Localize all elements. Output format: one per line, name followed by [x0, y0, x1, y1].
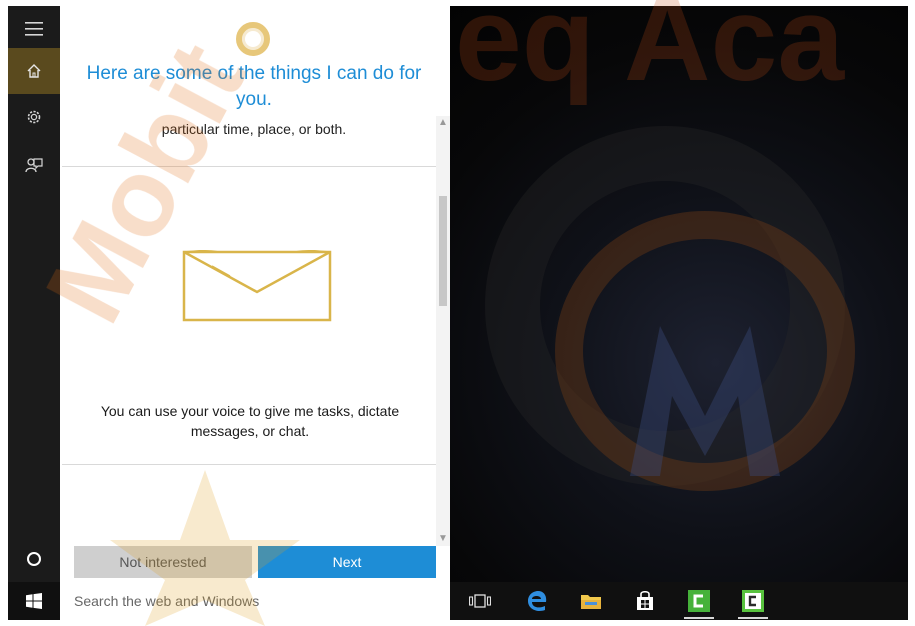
camtasia-icon	[688, 590, 710, 612]
feedback-button[interactable]	[8, 142, 60, 188]
store-icon	[637, 591, 653, 610]
camtasia-recorder-icon	[742, 590, 764, 612]
cortana-subline: particular time, place, or both.	[161, 121, 347, 137]
task-view-icon	[469, 594, 491, 608]
cortana-panel: Here are some of the things I can do for…	[60, 6, 450, 582]
envelope-icon	[182, 250, 332, 322]
start-button[interactable]	[8, 582, 60, 620]
notebook-settings-button[interactable]	[8, 94, 60, 140]
edge-browser-icon	[528, 591, 547, 611]
task-view-button[interactable]	[463, 586, 497, 616]
hamburger-menu-icon	[25, 22, 43, 36]
camtasia-button[interactable]	[682, 586, 716, 619]
cortana-nav-rail	[8, 6, 60, 582]
divider	[62, 464, 436, 465]
cortana-circle-icon	[27, 552, 41, 566]
next-button[interactable]: Next	[258, 546, 436, 578]
file-explorer-button[interactable]	[574, 586, 608, 616]
hamburger-menu-button[interactable]	[8, 6, 60, 52]
home-icon	[27, 64, 41, 78]
cortana-scrollbar[interactable]: ▲ ▼	[436, 116, 450, 546]
search-input[interactable]	[74, 593, 414, 609]
scroll-thumb[interactable]	[439, 196, 447, 306]
file-explorer-icon	[581, 595, 601, 609]
screen: Here are some of the things I can do for…	[8, 6, 908, 620]
gear-icon	[27, 110, 41, 124]
store-button[interactable]	[628, 586, 662, 616]
divider	[62, 166, 436, 167]
scroll-down-icon[interactable]: ▼	[436, 532, 450, 546]
cortana-headline: Here are some of the things I can do for…	[86, 63, 422, 110]
desktop-background	[450, 6, 908, 582]
wallpaper-m-logo	[630, 326, 780, 476]
taskbar	[8, 582, 908, 620]
not-interested-button[interactable]: Not interested	[74, 546, 252, 578]
edge-browser-button[interactable]	[520, 586, 554, 616]
feedback-icon	[25, 158, 43, 173]
windows-logo-icon	[26, 593, 42, 609]
scroll-up-icon[interactable]: ▲	[436, 116, 450, 130]
home-button[interactable]	[8, 48, 60, 94]
camtasia-recorder-button[interactable]	[736, 586, 770, 619]
cortana-button[interactable]	[8, 536, 60, 582]
taskbar-search-box[interactable]	[60, 582, 450, 620]
cortana-content: Here are some of the things I can do for…	[60, 6, 436, 582]
cortana-logo-icon	[236, 22, 270, 56]
cortana-card-text: You can use your voice to give me tasks,…	[100, 403, 400, 439]
